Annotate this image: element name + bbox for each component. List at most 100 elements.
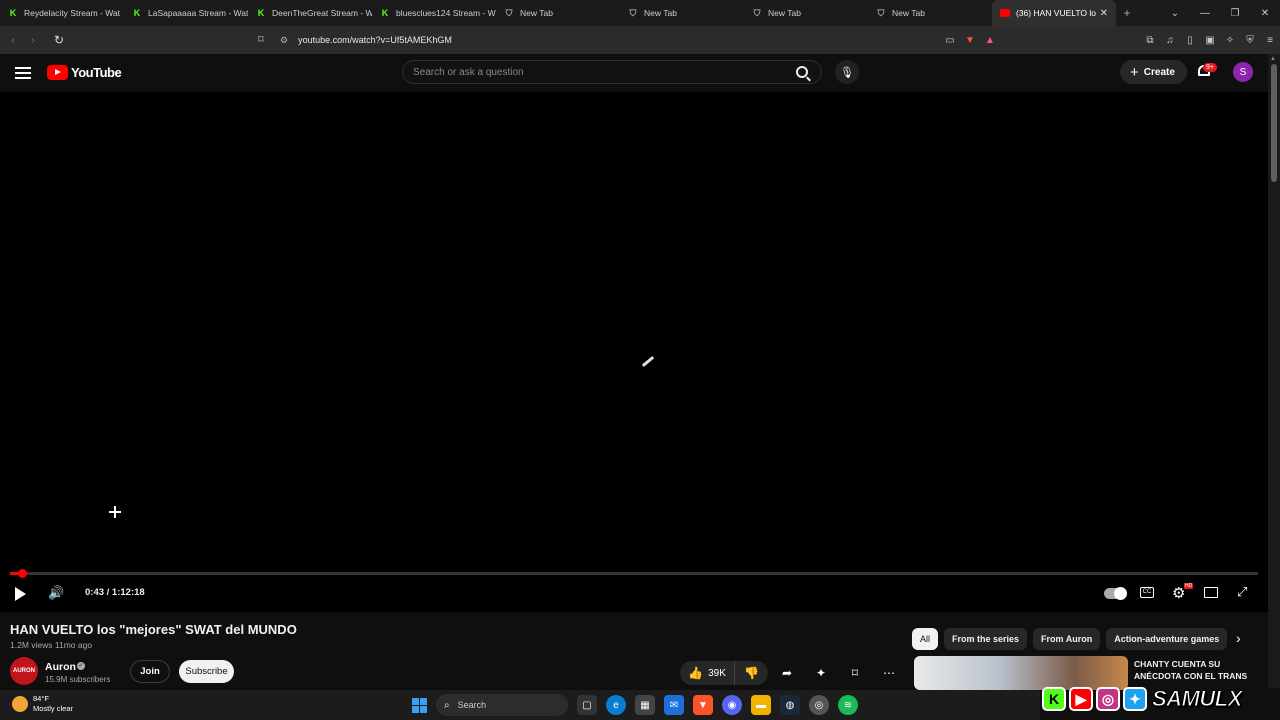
- dislike-button[interactable]: 👎: [734, 661, 768, 685]
- back-icon[interactable]: ‹: [3, 33, 23, 47]
- browser-tab[interactable]: ⛉ New Tab: [744, 0, 868, 26]
- user-avatar[interactable]: S: [1233, 62, 1253, 82]
- taskbar-search[interactable]: ⌕ Search: [436, 694, 568, 716]
- search-input[interactable]: Search or ask a question: [402, 60, 822, 84]
- browser-tab[interactable]: K Reydelacity Stream - Wat: [0, 0, 124, 26]
- fullscreen-icon[interactable]: ⤢: [1237, 584, 1247, 600]
- chip-action-adventure-games[interactable]: Action-adventure games: [1106, 628, 1228, 650]
- video-player[interactable]: 🔊 0:43 / 1:12:18 CC ⚙ HD ⤢: [0, 92, 1268, 612]
- chip-all[interactable]: All: [912, 628, 939, 650]
- address-bar-row: ‹ › ↻ ⌑ ⚙ youtube.com/watch?v=Uf5tAMEKhG…: [0, 26, 1280, 54]
- create-button[interactable]: + Create: [1120, 60, 1187, 84]
- volume-icon[interactable]: 🔊: [48, 585, 64, 601]
- like-button[interactable]: 👍 39K: [680, 661, 734, 685]
- browser-tab[interactable]: Kbluesclues124 Stream - W: [372, 0, 496, 26]
- channel-avatar[interactable]: AURON: [10, 657, 38, 685]
- save-button[interactable]: ⌑: [840, 661, 870, 685]
- url-text: youtube.com/watch?v=Uf5tAMEKhGM: [298, 35, 452, 45]
- browser-tab-active[interactable]: (36) HAN VUELTO lo ✕: [992, 0, 1116, 26]
- like-count: 39K: [708, 667, 726, 679]
- chrome-icon[interactable]: ◎: [809, 695, 829, 715]
- bookmark-save-icon: ⌑: [851, 666, 859, 680]
- bookmark-icon[interactable]: ⌑: [258, 33, 264, 46]
- scrollbar-thumb[interactable]: [1271, 64, 1277, 182]
- scroll-up-arrow-icon[interactable]: ▲: [1270, 56, 1276, 62]
- sparkle-icon: ✦: [815, 666, 827, 680]
- store-icon[interactable]: ▦: [635, 695, 655, 715]
- tab-search-icon[interactable]: ⌄: [1160, 8, 1190, 19]
- recommended-video-thumbnail[interactable]: [914, 656, 1128, 690]
- youtube-wordmark: YouTube: [71, 65, 122, 80]
- progress-scrubber-handle[interactable]: [17, 569, 27, 578]
- leo-ai-icon[interactable]: ✧: [1220, 35, 1240, 46]
- mail-icon[interactable]: ✉: [664, 695, 684, 715]
- shield-icon: ⛉: [505, 7, 513, 18]
- subscribe-button[interactable]: Subscribe: [179, 660, 234, 683]
- wallet-icon[interactable]: ▣: [1200, 35, 1220, 46]
- progress-bar[interactable]: [10, 569, 1258, 578]
- url-field[interactable]: ⚙ youtube.com/watch?v=Uf5tAMEKhGM: [280, 30, 1000, 50]
- brave-shields-icon[interactable]: ▼: [960, 35, 980, 46]
- close-window-button[interactable]: ✕: [1250, 8, 1280, 19]
- chip-from-the-series[interactable]: From the series: [944, 628, 1028, 650]
- instagram-logo-icon: ◎: [1096, 687, 1120, 711]
- watermark-text: SAMULX: [1152, 686, 1243, 712]
- edge-icon[interactable]: e: [606, 695, 626, 715]
- windows-taskbar: 84°F Mostly clear ⌕ Search ▢ e ▦ ✉ ▼ ◉ ▬…: [0, 690, 1040, 720]
- youtube-logo[interactable]: YouTube: [47, 65, 122, 80]
- browser-menu-icon[interactable]: ≡: [1260, 35, 1280, 46]
- page-scrollbar[interactable]: ▲: [1268, 54, 1280, 688]
- sidebar-icon[interactable]: ▯: [1180, 35, 1200, 46]
- recommended-video-title[interactable]: CHANTY CUENTA SU ANÉCDOTA CON EL TRANS: [1134, 658, 1264, 682]
- chip-from-auron[interactable]: From Auron: [1033, 628, 1101, 650]
- browser-tab[interactable]: ⛉ New Tab: [868, 0, 992, 26]
- autoplay-toggle[interactable]: [1104, 587, 1127, 600]
- video-views-date: 1.2M views 11mo ago: [10, 640, 93, 650]
- browser-tab[interactable]: ⛉ New Tab: [496, 0, 620, 26]
- youtube-play-icon: [47, 65, 68, 80]
- youtube-logo-icon: ▶: [1069, 687, 1093, 711]
- more-actions-button[interactable]: ⋯: [874, 661, 904, 685]
- close-tab-icon[interactable]: ✕: [1100, 8, 1108, 19]
- steam-icon[interactable]: ◍: [780, 695, 800, 715]
- file-explorer-icon[interactable]: ▬: [751, 695, 771, 715]
- new-tab-button[interactable]: +: [1116, 6, 1138, 20]
- browser-tab[interactable]: K LaSapaaaaa Stream - Wat: [124, 0, 248, 26]
- brave-icon[interactable]: ▼: [693, 695, 713, 715]
- twitter-logo-icon: ✦: [1123, 687, 1147, 711]
- subtitles-button[interactable]: CC: [1140, 587, 1154, 598]
- create-label: Create: [1143, 66, 1175, 78]
- chevron-right-icon[interactable]: ›: [1236, 630, 1241, 646]
- vpn-icon[interactable]: ⛨: [1240, 35, 1260, 46]
- hamburger-menu-icon[interactable]: [15, 64, 31, 82]
- discord-icon[interactable]: ◉: [722, 695, 742, 715]
- voice-search-button[interactable]: 🎙: [835, 60, 859, 84]
- youtube-icon: [1000, 9, 1010, 17]
- task-view-icon[interactable]: ▢: [577, 695, 597, 715]
- plus-icon: +: [1130, 63, 1139, 81]
- miniplayer-button[interactable]: [1204, 587, 1218, 598]
- cast-icon[interactable]: ▭: [940, 35, 960, 46]
- brave-rewards-icon[interactable]: ▲: [980, 35, 1000, 46]
- tab-title: New Tab: [892, 8, 925, 18]
- browser-tab[interactable]: ⛉ New Tab: [620, 0, 744, 26]
- forward-icon[interactable]: ›: [23, 33, 43, 47]
- maximize-button[interactable]: ❐: [1220, 8, 1250, 19]
- search-icon[interactable]: [796, 66, 808, 78]
- music-icon[interactable]: ♫: [1160, 35, 1180, 46]
- weather-widget[interactable]: 84°F Mostly clear: [12, 694, 73, 714]
- tab-title: (36) HAN VUELTO lo: [1016, 8, 1096, 18]
- kick-icon: K: [257, 8, 265, 18]
- extensions-icon[interactable]: ⧉: [1140, 35, 1160, 46]
- channel-name[interactable]: Auron: [45, 661, 76, 673]
- browser-tab[interactable]: K DeenTheGreat Stream - W: [248, 0, 372, 26]
- windows-start-icon[interactable]: [408, 694, 430, 716]
- minimize-button[interactable]: —: [1190, 8, 1220, 19]
- share-button[interactable]: ➦: [772, 661, 802, 685]
- spotify-icon[interactable]: ≋: [838, 695, 858, 715]
- join-button[interactable]: Join: [130, 660, 170, 683]
- ask-button[interactable]: ✦: [806, 661, 836, 685]
- play-button[interactable]: [15, 587, 26, 601]
- reload-icon[interactable]: ↻: [49, 33, 69, 47]
- site-info-icon[interactable]: ⚙: [280, 35, 288, 46]
